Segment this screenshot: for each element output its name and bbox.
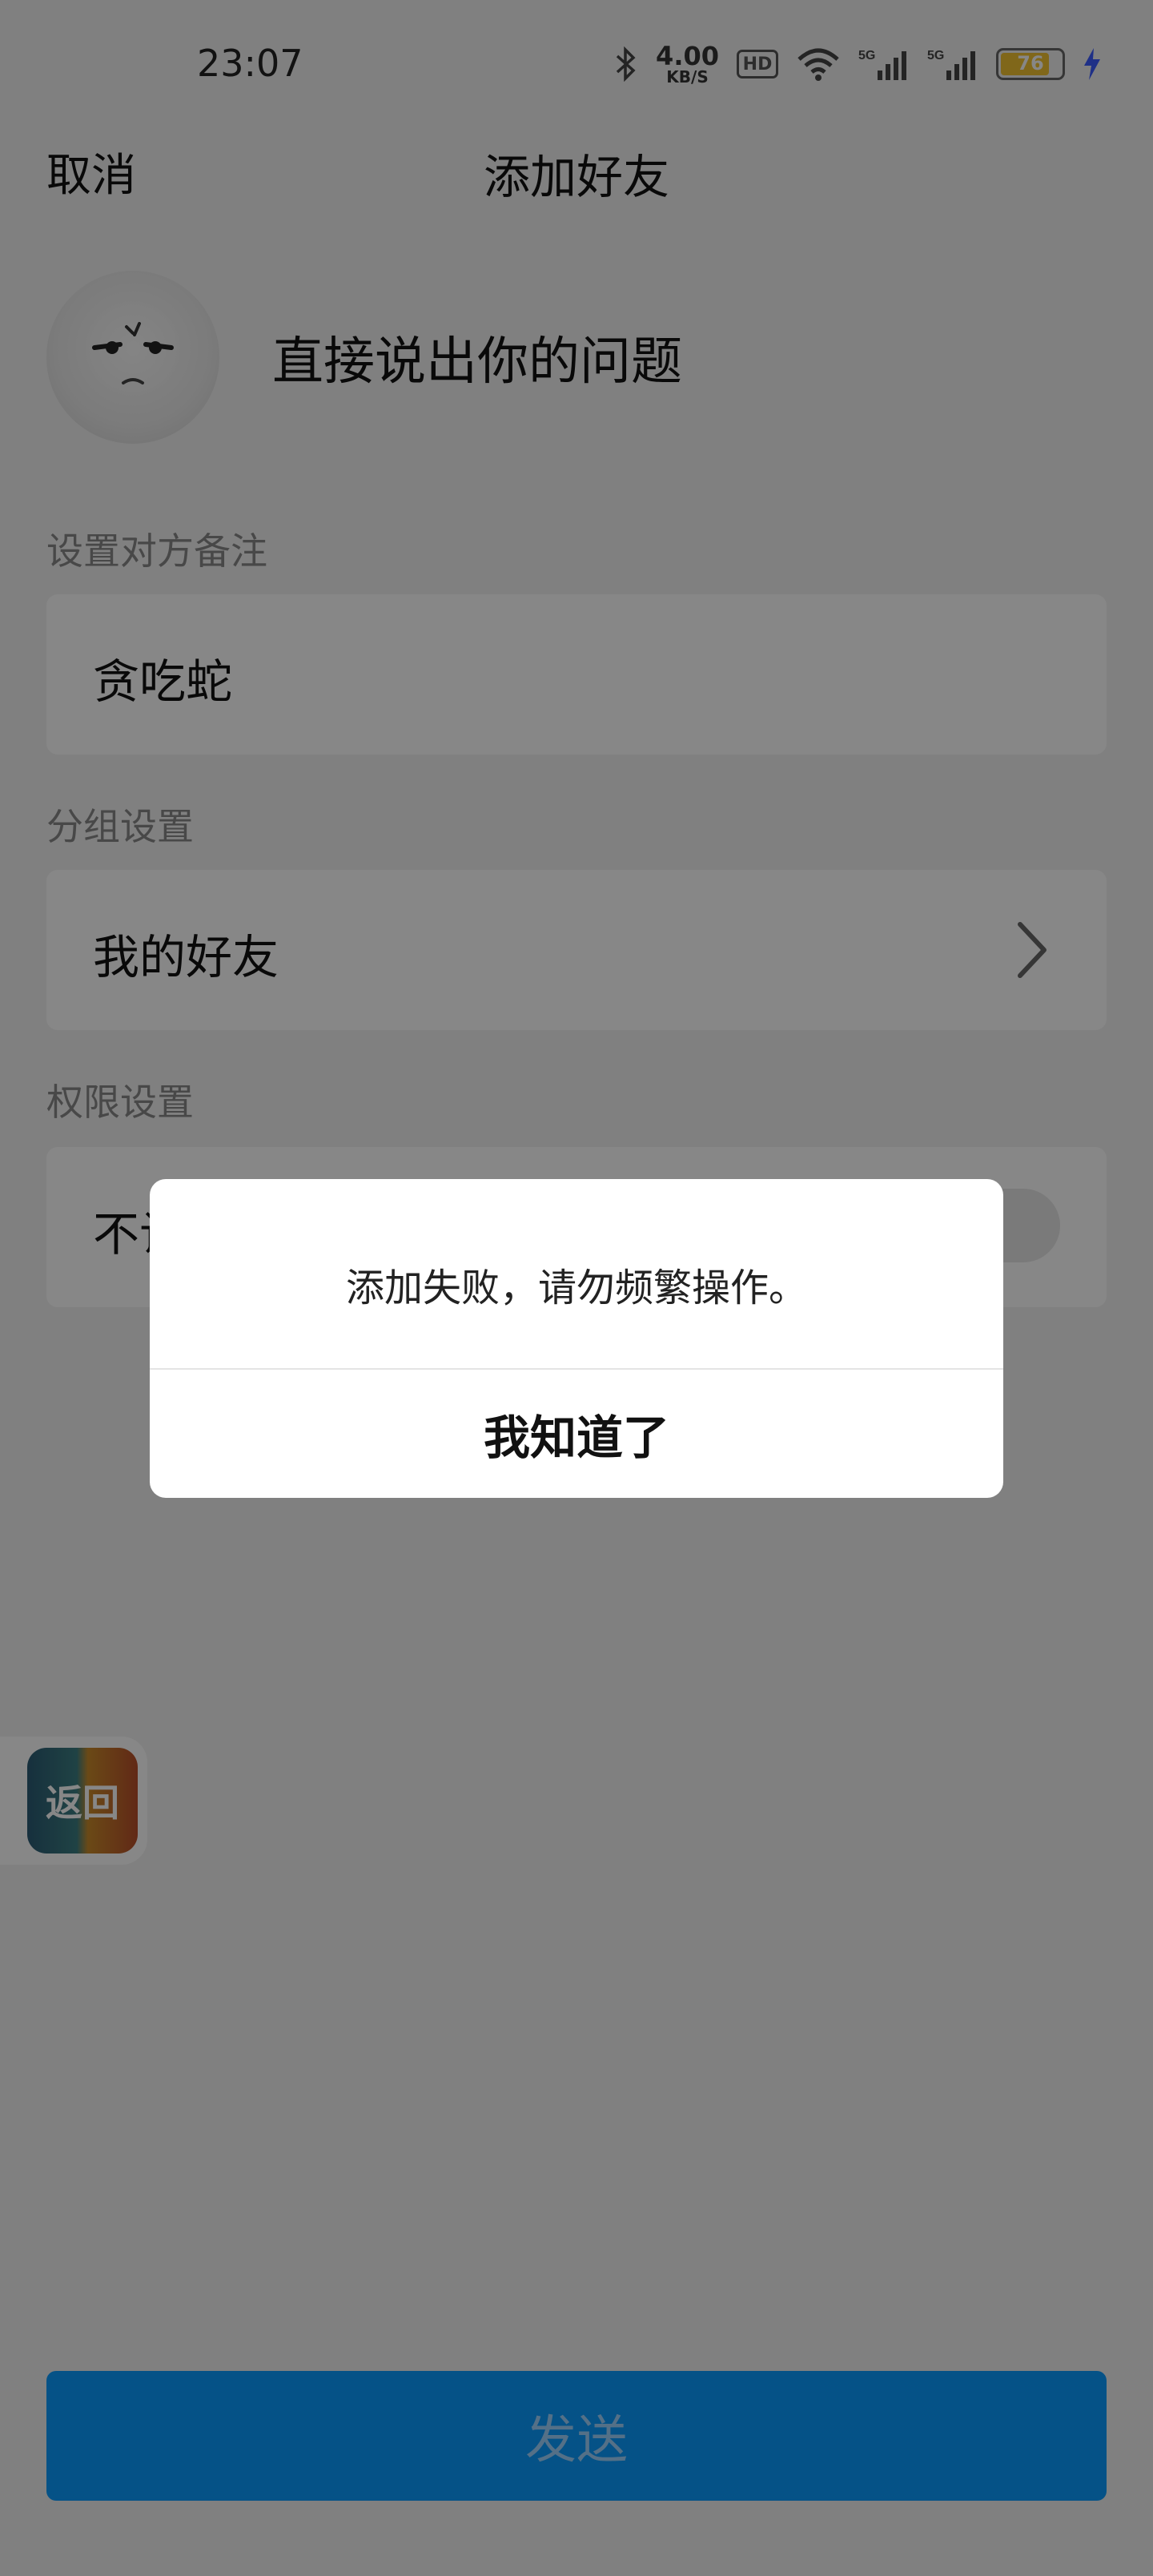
alert-dialog: 添加失败，请勿频繁操作。 我知道了 [150, 1179, 1003, 1498]
dialog-confirm-button[interactable]: 我知道了 [150, 1370, 1003, 1498]
dialog-message: 添加失败，请勿频繁操作。 [345, 1266, 807, 1310]
